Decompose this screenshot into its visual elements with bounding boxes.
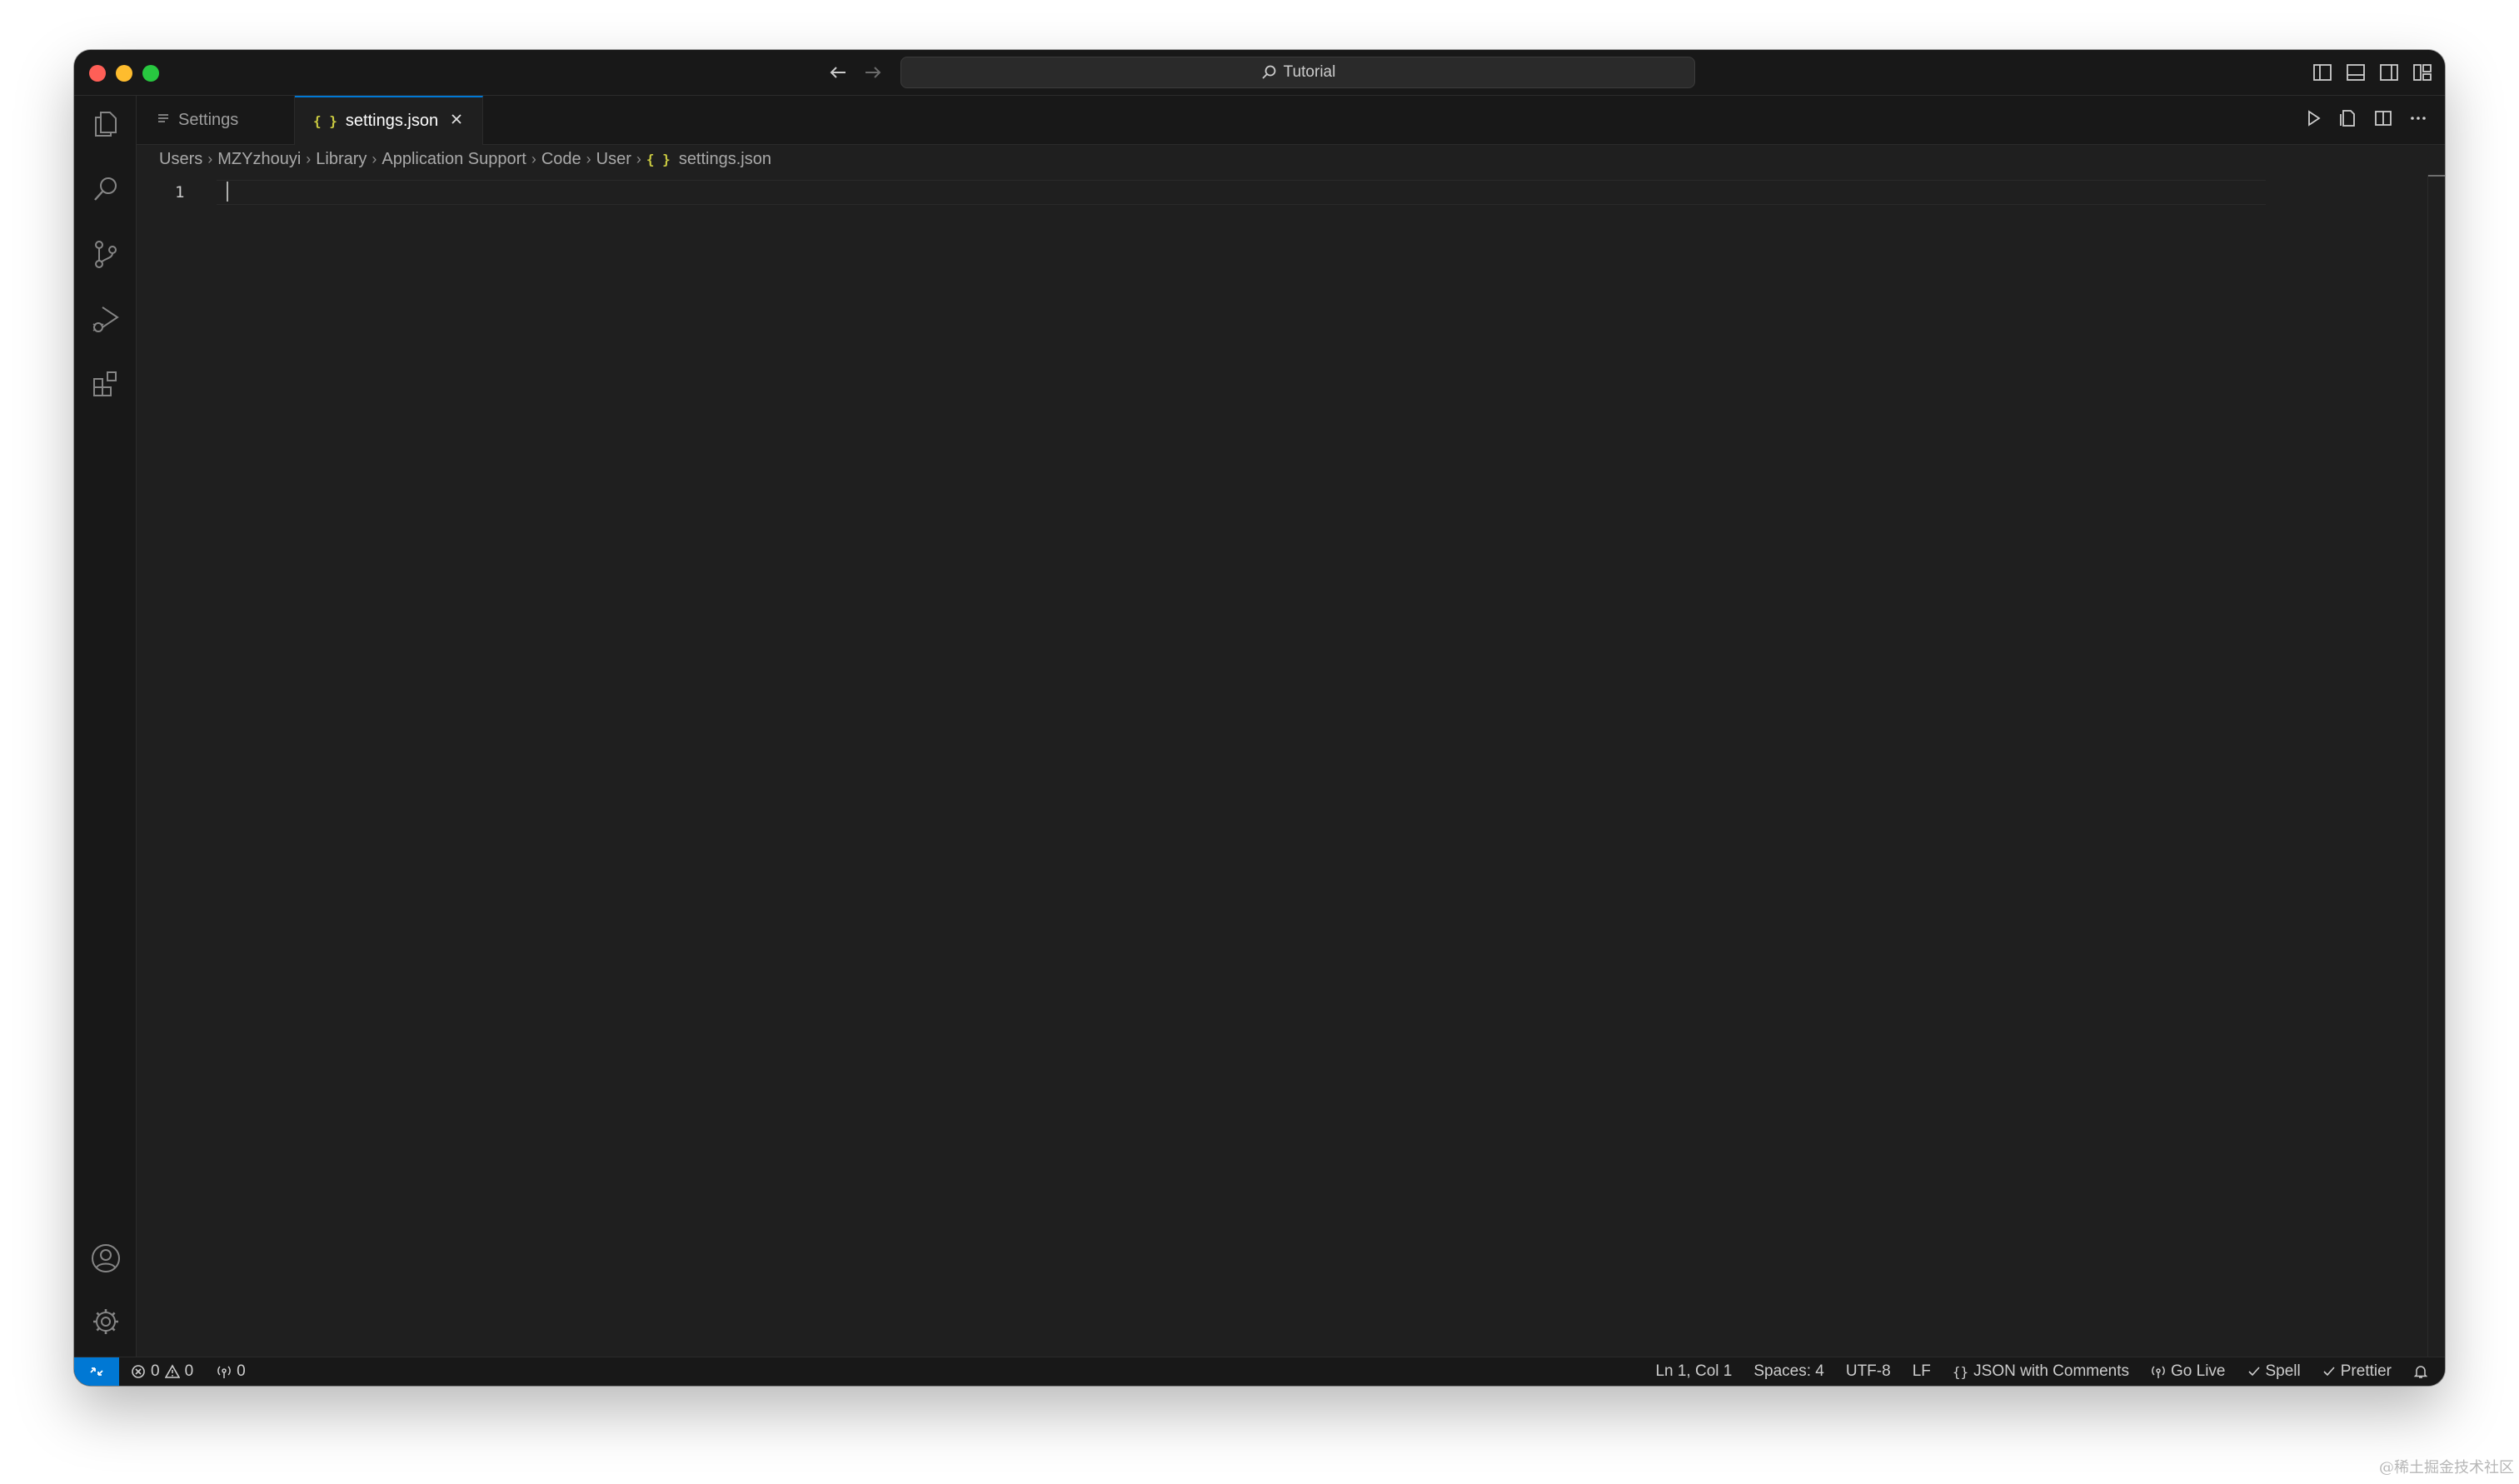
json-braces-icon: {}: [1952, 1363, 1969, 1380]
toggle-secondary-sidebar-icon[interactable]: [2378, 62, 2400, 83]
go-live-button[interactable]: Go Live: [2151, 1362, 2226, 1381]
search-icon: [1262, 65, 1276, 79]
breadcrumb-item[interactable]: Application Support: [382, 150, 526, 169]
tab-label: settings.json: [345, 112, 439, 130]
breadcrumb: Users › MZYzhouyi › Library › Applicatio…: [159, 148, 771, 170]
notifications-icon[interactable]: [2413, 1364, 2428, 1379]
overview-ruler: [2427, 175, 2428, 1357]
ports-count: 0: [237, 1362, 246, 1380]
customize-layout-icon[interactable]: [2412, 62, 2433, 83]
close-icon[interactable]: [450, 112, 463, 131]
cursor-position-marker: [2428, 175, 2445, 177]
window-minimize-button[interactable]: [116, 65, 132, 82]
chevron-right-icon: ›: [306, 150, 312, 167]
remote-indicator-button[interactable]: [74, 1357, 119, 1386]
chevron-right-icon: ›: [531, 150, 536, 167]
spell-checker[interactable]: Spell: [2247, 1362, 2301, 1381]
tab-label: Settings: [178, 110, 239, 129]
run-icon[interactable]: [2303, 108, 2323, 128]
problems-indicator[interactable]: 0 0: [131, 1362, 193, 1381]
current-line-highlight: [217, 180, 2266, 205]
chevron-right-icon: ›: [372, 150, 377, 167]
vscode-window: Tutorial Settings {} settings.json User…: [74, 50, 2445, 1386]
go-live-label: Go Live: [2171, 1362, 2226, 1380]
extensions-icon[interactable]: [89, 367, 122, 401]
ports-indicator[interactable]: 0: [217, 1362, 246, 1381]
window-maximize-button[interactable]: [142, 65, 159, 82]
code-editor[interactable]: 1: [137, 175, 2445, 1357]
broadcast-icon: [2152, 1366, 2165, 1378]
language-label: JSON with Comments: [1973, 1362, 2130, 1380]
indentation[interactable]: Spaces: 4: [1753, 1362, 1824, 1381]
chevron-right-icon: ›: [636, 150, 641, 167]
run-and-debug-icon[interactable]: [89, 302, 122, 336]
json-braces-icon: { }: [646, 151, 671, 167]
breadcrumb-item[interactable]: Code: [541, 150, 581, 169]
line-number: 1: [175, 183, 185, 202]
chevron-right-icon: ›: [207, 150, 213, 167]
search-icon[interactable]: [89, 172, 122, 206]
error-icon: [132, 1365, 145, 1378]
watermark: @稀土掘金技术社区: [2379, 1459, 2514, 1477]
broadcast-icon: [217, 1366, 232, 1378]
open-settings-ui-icon[interactable]: [2338, 108, 2358, 128]
explorer-icon[interactable]: [89, 107, 122, 141]
gear-icon[interactable]: [89, 1305, 122, 1338]
status-right: Ln 1, Col 1 Spaces: 4 UTF-8 LF {} JSON w…: [1655, 1357, 2428, 1386]
check-icon: [2323, 1367, 2335, 1377]
end-of-line[interactable]: LF: [1913, 1362, 1931, 1381]
toggle-panel-icon[interactable]: [2345, 62, 2367, 83]
json-braces-icon: { }: [313, 113, 337, 129]
warning-icon: [164, 1364, 180, 1378]
title-bar: Tutorial: [74, 50, 2445, 96]
spell-label: Spell: [2265, 1362, 2301, 1380]
tab-settings-json[interactable]: { } settings.json: [295, 96, 483, 145]
status-bar: 0 0 0 Ln 1, Col 1 Spaces: 4 UTF-8 LF {} …: [74, 1357, 2445, 1386]
breadcrumb-item[interactable]: settings.json: [679, 150, 771, 169]
tab-settings[interactable]: Settings: [137, 96, 295, 144]
forward-arrow-icon[interactable]: [860, 60, 885, 85]
toggle-primary-sidebar-icon[interactable]: [2312, 62, 2333, 83]
error-count: 0: [151, 1362, 160, 1380]
source-control-icon[interactable]: [89, 237, 122, 271]
settings-list-icon: [157, 111, 170, 130]
accounts-icon[interactable]: [89, 1242, 122, 1275]
breadcrumb-item[interactable]: Library: [316, 150, 367, 169]
command-center-label: Tutorial: [1283, 63, 1336, 81]
language-mode[interactable]: {} JSON with Comments: [1953, 1362, 2129, 1381]
warning-count: 0: [184, 1362, 194, 1380]
text-cursor: [227, 182, 228, 202]
status-left: 0 0 0: [131, 1357, 246, 1386]
prettier-label: Prettier: [2340, 1362, 2392, 1380]
check-icon: [2247, 1367, 2260, 1377]
back-arrow-icon[interactable]: [826, 60, 850, 85]
editor-tab-bar: Settings { } settings.json: [137, 96, 2445, 145]
editor-actions: [2303, 108, 2428, 128]
command-center-search[interactable]: Tutorial: [900, 57, 1695, 88]
breadcrumb-item[interactable]: User: [596, 150, 631, 169]
prettier-status[interactable]: Prettier: [2322, 1362, 2392, 1381]
breadcrumb-item[interactable]: Users: [159, 150, 202, 169]
cursor-position[interactable]: Ln 1, Col 1: [1655, 1362, 1732, 1381]
remote-icon: [90, 1367, 103, 1376]
split-editor-icon[interactable]: [2373, 108, 2393, 128]
breadcrumb-item[interactable]: MZYzhouyi: [217, 150, 301, 169]
window-close-button[interactable]: [89, 65, 106, 82]
encoding[interactable]: UTF-8: [1846, 1362, 1891, 1381]
layout-controls: [2312, 62, 2433, 83]
more-actions-icon[interactable]: [2408, 108, 2428, 128]
chevron-right-icon: ›: [586, 150, 591, 167]
activity-bar: [74, 96, 137, 1357]
